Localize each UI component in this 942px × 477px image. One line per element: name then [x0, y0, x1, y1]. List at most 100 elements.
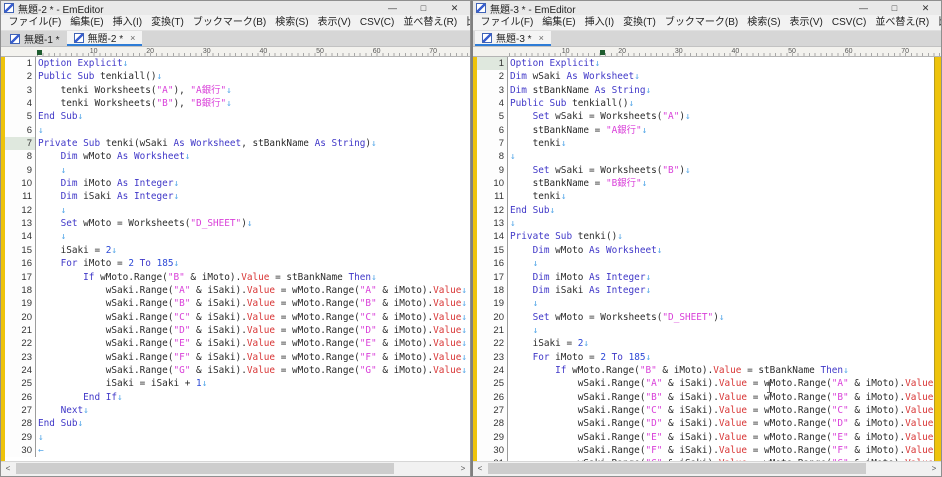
code-text: Dim iMoto As Integer↓ [36, 177, 179, 190]
code-text: wSaki.Range("F" & iSaki).Value = wMoto.R… [508, 444, 939, 457]
line-number-gutter: 7 [1, 137, 36, 150]
line-number-gutter: 3 [473, 84, 508, 97]
code-text: wSaki.Range("E" & iSaki).Value = wMoto.R… [508, 431, 939, 444]
code-editor-area[interactable]: 1Option Explicit↓2Public Sub tenkiall()↓… [1, 57, 470, 461]
close-button[interactable]: ✕ [439, 1, 470, 15]
menu-item[interactable]: 比較(O) [934, 15, 942, 30]
scrollbar-change-markers[interactable] [934, 57, 941, 461]
menu-item[interactable]: 表示(V) [785, 15, 827, 30]
menu-item[interactable]: 挿入(I) [580, 15, 618, 30]
ruler: 10203040506070 [473, 47, 941, 57]
tab-close-icon[interactable]: × [539, 33, 544, 43]
scroll-left-arrow[interactable]: < [1, 462, 15, 476]
line-number-gutter: 16 [1, 257, 36, 270]
line-number-gutter: 10 [1, 177, 36, 190]
menu-item[interactable]: 編集(E) [66, 15, 108, 30]
code-line: 16 For iMoto = 2 To 185↓ [1, 257, 470, 270]
code-text: End Sub↓ [36, 417, 83, 430]
line-number-gutter: 22 [473, 337, 508, 350]
menu-item[interactable]: 表示(V) [313, 15, 355, 30]
scroll-right-arrow[interactable]: > [927, 462, 941, 476]
code-line: 12End Sub↓ [473, 204, 941, 217]
titlebar[interactable]: 無題-2 * - EmEditor — □ ✕ [1, 1, 470, 15]
linebreak-marker: ↓ [202, 378, 208, 389]
line-number: 8 [499, 150, 504, 163]
linebreak-marker: ↓ [645, 272, 651, 283]
menu-item[interactable]: ブックマーク(B) [660, 15, 742, 30]
menu-item[interactable]: ファイル(F) [476, 15, 538, 30]
code-text: wSaki.Range("F" & iSaki).Value = wMoto.R… [36, 351, 467, 364]
code-line: 29↓ [1, 431, 470, 444]
line-number-gutter: 18 [473, 284, 508, 297]
maximize-button[interactable]: □ [408, 1, 439, 15]
horizontal-scrollbar[interactable]: < > [1, 461, 470, 476]
code-line: 10 Dim iMoto As Integer↓ [1, 177, 470, 190]
horizontal-scrollbar[interactable]: < > [473, 461, 941, 476]
line-number: 26 [493, 391, 504, 404]
line-number: 9 [27, 164, 32, 177]
code-text: ↓ [36, 164, 66, 177]
document-tab[interactable]: 無題-2 *× [67, 31, 143, 46]
line-number: 17 [493, 271, 504, 284]
code-text: ← [36, 444, 44, 457]
maximize-button[interactable]: □ [879, 1, 910, 15]
code-line: 7 tenki↓ [473, 137, 941, 150]
line-number: 3 [499, 84, 504, 97]
menu-item[interactable]: ファイル(F) [4, 15, 66, 30]
menu-item[interactable]: 変換(T) [619, 15, 661, 30]
tab-close-icon[interactable]: × [130, 33, 135, 43]
scrollbar-thumb[interactable] [488, 463, 866, 474]
line-number-gutter: 5 [473, 110, 508, 123]
close-button[interactable]: ✕ [910, 1, 941, 15]
menu-item[interactable]: 編集(E) [538, 15, 580, 30]
line-number: 6 [27, 124, 32, 137]
menu-item[interactable]: ブックマーク(B) [188, 15, 270, 30]
code-editor-area[interactable]: 1Option Explicit↓2Dim wSaki As Worksheet… [473, 57, 941, 461]
line-number-gutter: 20 [1, 311, 36, 324]
code-line: 5 Set wSaki = Worksheets("A")↓ [473, 110, 941, 123]
linebreak-marker: ↓ [461, 312, 467, 323]
line-number: 25 [21, 377, 32, 390]
scrollbar-thumb[interactable] [16, 463, 394, 474]
menu-item[interactable]: 比較(O) [462, 15, 471, 30]
linebreak-marker: ↓ [117, 392, 123, 403]
code-line: 14Private Sub tenki()↓ [473, 230, 941, 243]
line-number-gutter: 23 [1, 351, 36, 364]
line-number: 29 [493, 431, 504, 444]
code-text: tenki↓ [508, 137, 566, 150]
menu-bar: ファイル(F)編集(E)挿入(I)変換(T)ブックマーク(B)検索(S)表示(V… [1, 15, 470, 31]
linebreak-marker: ↓ [174, 258, 180, 269]
line-number: 15 [493, 244, 504, 257]
line-number: 16 [21, 257, 32, 270]
ruler-caret-marker [37, 50, 42, 55]
menu-item[interactable]: 検索(S) [271, 15, 313, 30]
scroll-left-arrow[interactable]: < [473, 462, 487, 476]
line-number: 20 [493, 311, 504, 324]
code-text: wSaki.Range("B" & iSaki).Value = wMoto.R… [508, 391, 939, 404]
code-text: ↓ [508, 324, 538, 337]
menu-item[interactable]: 検索(S) [743, 15, 785, 30]
caption-buttons: — □ ✕ [848, 1, 941, 15]
titlebar[interactable]: 無題-3 * - EmEditor — □ ✕ [473, 1, 941, 15]
ruler-column-label: 60 [373, 47, 381, 56]
linebreak-marker: ↓ [461, 298, 467, 309]
minimize-button[interactable]: — [377, 1, 408, 15]
menu-item[interactable]: CSV(C) [827, 15, 870, 30]
linebreak-marker: ↓ [461, 365, 467, 376]
code-text: Dim wMoto As Worksheet↓ [508, 244, 662, 257]
line-number-gutter: 4 [1, 97, 36, 110]
menu-item[interactable]: 変換(T) [147, 15, 189, 30]
linebreak-marker: ↓ [78, 111, 84, 122]
menu-item[interactable]: 挿入(I) [108, 15, 146, 30]
minimize-button[interactable]: — [848, 1, 879, 15]
document-tab[interactable]: 無題-3 *× [475, 31, 551, 46]
linebreak-marker: ↓ [247, 218, 253, 229]
menu-item[interactable]: 並べ替え(R) [399, 15, 462, 30]
scroll-right-arrow[interactable]: > [456, 462, 470, 476]
line-number: 3 [27, 84, 32, 97]
menu-item[interactable]: CSV(C) [355, 15, 398, 30]
line-number-gutter: 9 [1, 164, 36, 177]
line-number: 1 [499, 57, 504, 70]
menu-item[interactable]: 並べ替え(R) [871, 15, 934, 30]
document-tab[interactable]: 無題-1 * [3, 31, 67, 46]
